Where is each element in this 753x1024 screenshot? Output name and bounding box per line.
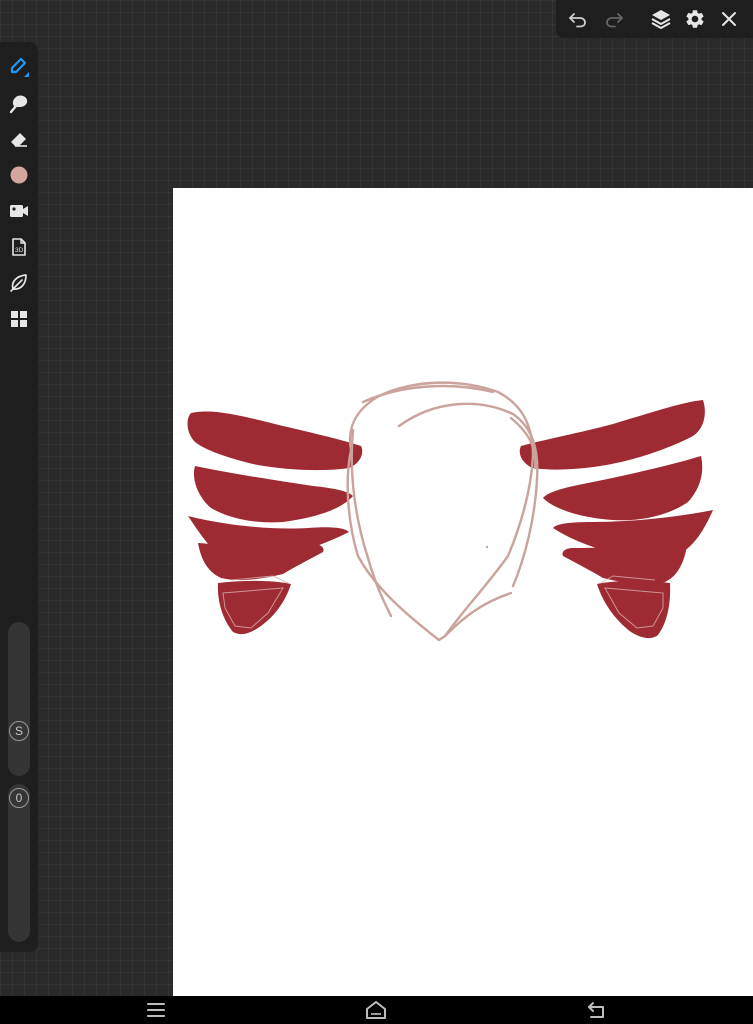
system-nav-bar	[0, 996, 753, 1024]
settings-button[interactable]	[683, 7, 707, 31]
tool-eraser[interactable]	[7, 127, 31, 151]
right-wing	[519, 400, 713, 639]
layers-icon	[651, 10, 671, 29]
brush-icon	[10, 57, 29, 77]
tool-brush[interactable]	[7, 55, 31, 79]
menu-icon	[147, 1003, 165, 1017]
right-wing-tail	[597, 580, 671, 639]
undo-button[interactable]	[566, 7, 590, 31]
home-button[interactable]	[364, 999, 388, 1021]
video-camera-icon	[10, 205, 28, 217]
left-wing-feather-1	[187, 411, 363, 471]
artwork	[187, 381, 713, 642]
close-button[interactable]	[717, 7, 741, 31]
sketch-dot	[485, 545, 489, 549]
tool-gallery[interactable]	[7, 307, 31, 331]
svg-text:3D: 3D	[15, 247, 24, 254]
drawing-canvas[interactable]	[173, 188, 753, 996]
back-button[interactable]	[584, 999, 608, 1021]
redo-icon	[606, 13, 623, 28]
tool-record[interactable]	[7, 199, 31, 223]
size-slider[interactable]: S	[8, 622, 30, 776]
tool-3d-model[interactable]: 3D	[7, 235, 31, 259]
left-wing-tail	[217, 580, 291, 635]
right-wing-feather-1	[519, 400, 705, 470]
close-icon	[722, 12, 736, 26]
opacity-slider[interactable]: 0	[8, 784, 30, 942]
tool-smudge[interactable]	[7, 91, 31, 115]
tool-color[interactable]	[7, 163, 31, 187]
layers-button[interactable]	[649, 7, 673, 31]
home-icon	[366, 1001, 386, 1019]
back-icon	[588, 1002, 604, 1018]
undo-icon	[569, 13, 586, 28]
left-wing-feather-4	[198, 543, 324, 581]
tool-leaf[interactable]	[7, 271, 31, 295]
tool-palette: 3D S 0	[0, 42, 38, 952]
gear-icon	[686, 10, 704, 28]
redo-button[interactable]	[602, 7, 626, 31]
left-wing-feather-2	[193, 466, 353, 523]
leaf-icon	[10, 274, 27, 292]
menu-button[interactable]	[144, 999, 168, 1021]
3d-file-icon: 3D	[12, 238, 26, 256]
smudge-icon	[9, 95, 28, 114]
top-action-bar	[556, 0, 753, 38]
color-swatch-icon	[10, 166, 28, 184]
eraser-icon	[11, 133, 27, 147]
head-sketch	[346, 381, 539, 642]
size-slider-knob[interactable]: S	[9, 721, 29, 741]
opacity-slider-knob[interactable]: 0	[9, 788, 29, 808]
grid-icon	[11, 311, 27, 327]
